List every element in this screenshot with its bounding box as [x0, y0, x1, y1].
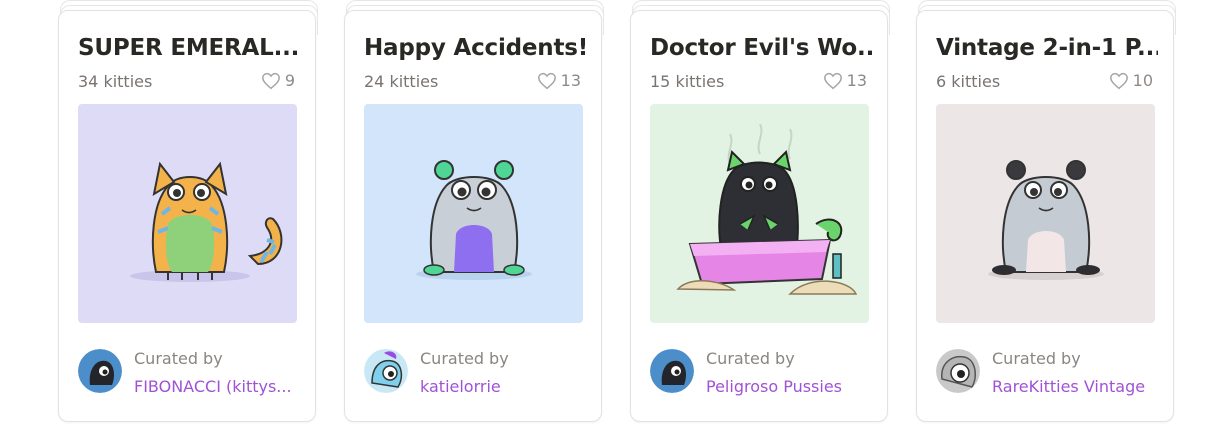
collection-cover-image[interactable] — [364, 104, 583, 323]
curated-by-label: Curated by — [134, 349, 223, 368]
collection-cover-image[interactable] — [650, 104, 869, 323]
heart-outline-icon — [537, 72, 556, 89]
card-body[interactable]: Happy Accidents! 24 kitties 13 Curated b… — [344, 10, 602, 422]
heart-outline-icon — [1109, 72, 1128, 89]
card-body[interactable]: Doctor Evil's Wo... 15 kitties 13 Curate… — [630, 10, 888, 422]
collection-title[interactable]: SUPER EMERAL... — [78, 35, 300, 61]
curator-avatar[interactable] — [936, 349, 980, 393]
curator-link[interactable]: katielorrie — [420, 377, 501, 396]
collection-title[interactable]: Doctor Evil's Wo... — [650, 35, 872, 61]
like-count: 10 — [1132, 71, 1153, 90]
heart-outline-icon — [823, 72, 842, 89]
curator-link[interactable]: FIBONACCI (kittys... — [134, 377, 292, 396]
kitty-count: 6 kitties — [936, 72, 1001, 91]
like-count: 13 — [846, 71, 867, 90]
kitty-count: 15 kitties — [650, 72, 725, 91]
kitty-count: 34 kitties — [78, 72, 153, 91]
kitty-count: 24 kitties — [364, 72, 439, 91]
curated-by-label: Curated by — [420, 349, 509, 368]
card-body[interactable]: SUPER EMERAL... 34 kitties 9 Curated by … — [58, 10, 316, 422]
like-button[interactable]: 13 — [537, 71, 581, 90]
curator-avatar[interactable] — [78, 349, 122, 393]
curated-by-label: Curated by — [992, 349, 1081, 368]
curator-link[interactable]: Peligroso Pussies — [706, 377, 842, 396]
heart-outline-icon — [261, 72, 280, 89]
like-button[interactable]: 13 — [823, 71, 867, 90]
curator-avatar[interactable] — [650, 349, 694, 393]
collection-cover-image[interactable] — [936, 104, 1155, 323]
curated-by-label: Curated by — [706, 349, 795, 368]
like-button[interactable]: 10 — [1109, 71, 1153, 90]
collection-title[interactable]: Vintage 2-in-1 P... — [936, 35, 1158, 61]
like-count: 13 — [560, 71, 581, 90]
collection-cover-image[interactable] — [78, 104, 297, 323]
like-button[interactable]: 9 — [261, 71, 295, 90]
card-body[interactable]: Vintage 2-in-1 P... 6 kitties 10 Curated… — [916, 10, 1174, 422]
curator-avatar[interactable] — [364, 349, 408, 393]
like-count: 9 — [284, 71, 295, 90]
collection-title[interactable]: Happy Accidents! — [364, 35, 586, 61]
curator-link[interactable]: RareKitties Vintage — [992, 377, 1145, 396]
